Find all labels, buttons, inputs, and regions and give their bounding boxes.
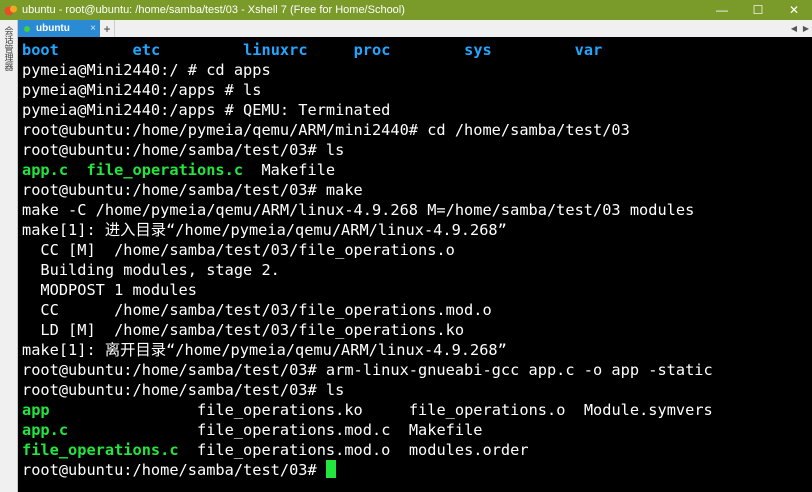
tab-bar: ubuntu × + ◀ ▶ (18, 20, 812, 37)
terminal-line: LD [M] /home/samba/test/03/file_operatio… (22, 321, 465, 339)
file-entry: Module.symvers (583, 401, 713, 419)
terminal-prompt-line[interactable]: root@ubuntu:/home/samba/test/03# (22, 460, 810, 480)
dir-entry: proc (353, 41, 391, 59)
session-manager-sidebar[interactable]: 会话管理器 (0, 20, 18, 492)
tab-label: ubuntu (36, 23, 70, 34)
terminal-line: root@ubuntu:/home/pymeia/qemu/ARM/mini24… (22, 121, 630, 139)
dir-entry: var (574, 41, 603, 59)
maximize-button[interactable]: ☐ (740, 0, 776, 20)
tab-next-icon[interactable]: ▶ (800, 20, 812, 37)
file-entry: file_operations.mod.c (197, 421, 391, 439)
dir-entry: boot (22, 41, 59, 59)
dir-entry: etc (132, 41, 161, 59)
window-titlebar[interactable]: ubuntu - root@ubuntu: /home/samba/test/0… (0, 0, 812, 20)
tab-ubuntu[interactable]: ubuntu × (18, 20, 100, 37)
terminal-output[interactable]: boot etc linuxrc proc sys var pymeia@Min… (22, 40, 810, 492)
xshell-icon (4, 3, 18, 17)
add-tab-button[interactable]: + (100, 20, 115, 37)
file-entry: file_operations.c (22, 441, 179, 459)
file-entry: Makefile (408, 421, 483, 439)
tab-prev-icon[interactable]: ◀ (788, 20, 800, 37)
terminal-line: Building modules, stage 2. (22, 261, 280, 279)
dir-entry: linuxrc (243, 41, 308, 59)
terminal-line: app file_operations.ko file_operations.o… (22, 400, 810, 420)
file-entry: app.c (22, 161, 69, 179)
minimize-button[interactable]: — (704, 0, 740, 20)
terminal-line: app.c file_operations.mod.c Makefile (22, 420, 810, 440)
file-entry: file_operations.c (86, 161, 244, 179)
file-entry: file_operations.o (408, 401, 566, 419)
terminal-line: pymeia@Mini2440:/apps # ls (22, 81, 262, 99)
file-entry: app.c (22, 421, 69, 439)
terminal-line: root@ubuntu:/home/samba/test/03# arm-lin… (22, 361, 713, 379)
terminal-line: CC [M] /home/samba/test/03/file_operatio… (22, 241, 455, 259)
terminal-line: make -C /home/pymeia/qemu/ARM/linux-4.9.… (22, 201, 695, 219)
file-entry: file_operations.ko (197, 401, 363, 419)
session-manager-label: 会话管理器 (3, 26, 14, 71)
terminal-line: boot etc linuxrc proc sys var (22, 40, 810, 60)
shell-prompt: root@ubuntu:/home/samba/test/03# (22, 461, 326, 479)
file-entry: file_operations.mod.o (196, 441, 391, 459)
file-entry: app (22, 401, 50, 419)
connected-status-icon (24, 25, 30, 32)
tab-spacer (115, 20, 788, 37)
file-entry: Makefile (261, 161, 336, 179)
terminal-line: MODPOST 1 modules (22, 281, 197, 299)
terminal-line: pymeia@Mini2440:/ # cd apps (22, 61, 271, 79)
terminal-line: root@ubuntu:/home/samba/test/03# ls (22, 141, 345, 159)
terminal-line: file_operations.c file_operations.mod.o … (22, 440, 810, 460)
window-title: ubuntu - root@ubuntu: /home/samba/test/0… (22, 4, 405, 16)
terminal-line: pymeia@Mini2440:/apps # QEMU: Terminated (22, 101, 391, 119)
terminal-line: make[1]: 离开目录“/home/pymeia/qemu/ARM/linu… (22, 341, 507, 359)
terminal-line: root@ubuntu:/home/samba/test/03# make (22, 181, 363, 199)
terminal-cursor (325, 460, 336, 478)
dir-entry: sys (464, 41, 492, 59)
terminal-line: root@ubuntu:/home/samba/test/03# ls (22, 381, 345, 399)
close-button[interactable]: ✕ (776, 0, 812, 20)
terminal-line: app.c file_operations.c Makefile (22, 160, 810, 180)
terminal-line: make[1]: 进入目录“/home/pymeia/qemu/ARM/linu… (22, 221, 507, 239)
tab-close-icon[interactable]: × (90, 23, 96, 34)
terminal-line: CC /home/samba/test/03/file_operations.m… (22, 301, 492, 319)
file-entry: modules.order (408, 441, 529, 459)
